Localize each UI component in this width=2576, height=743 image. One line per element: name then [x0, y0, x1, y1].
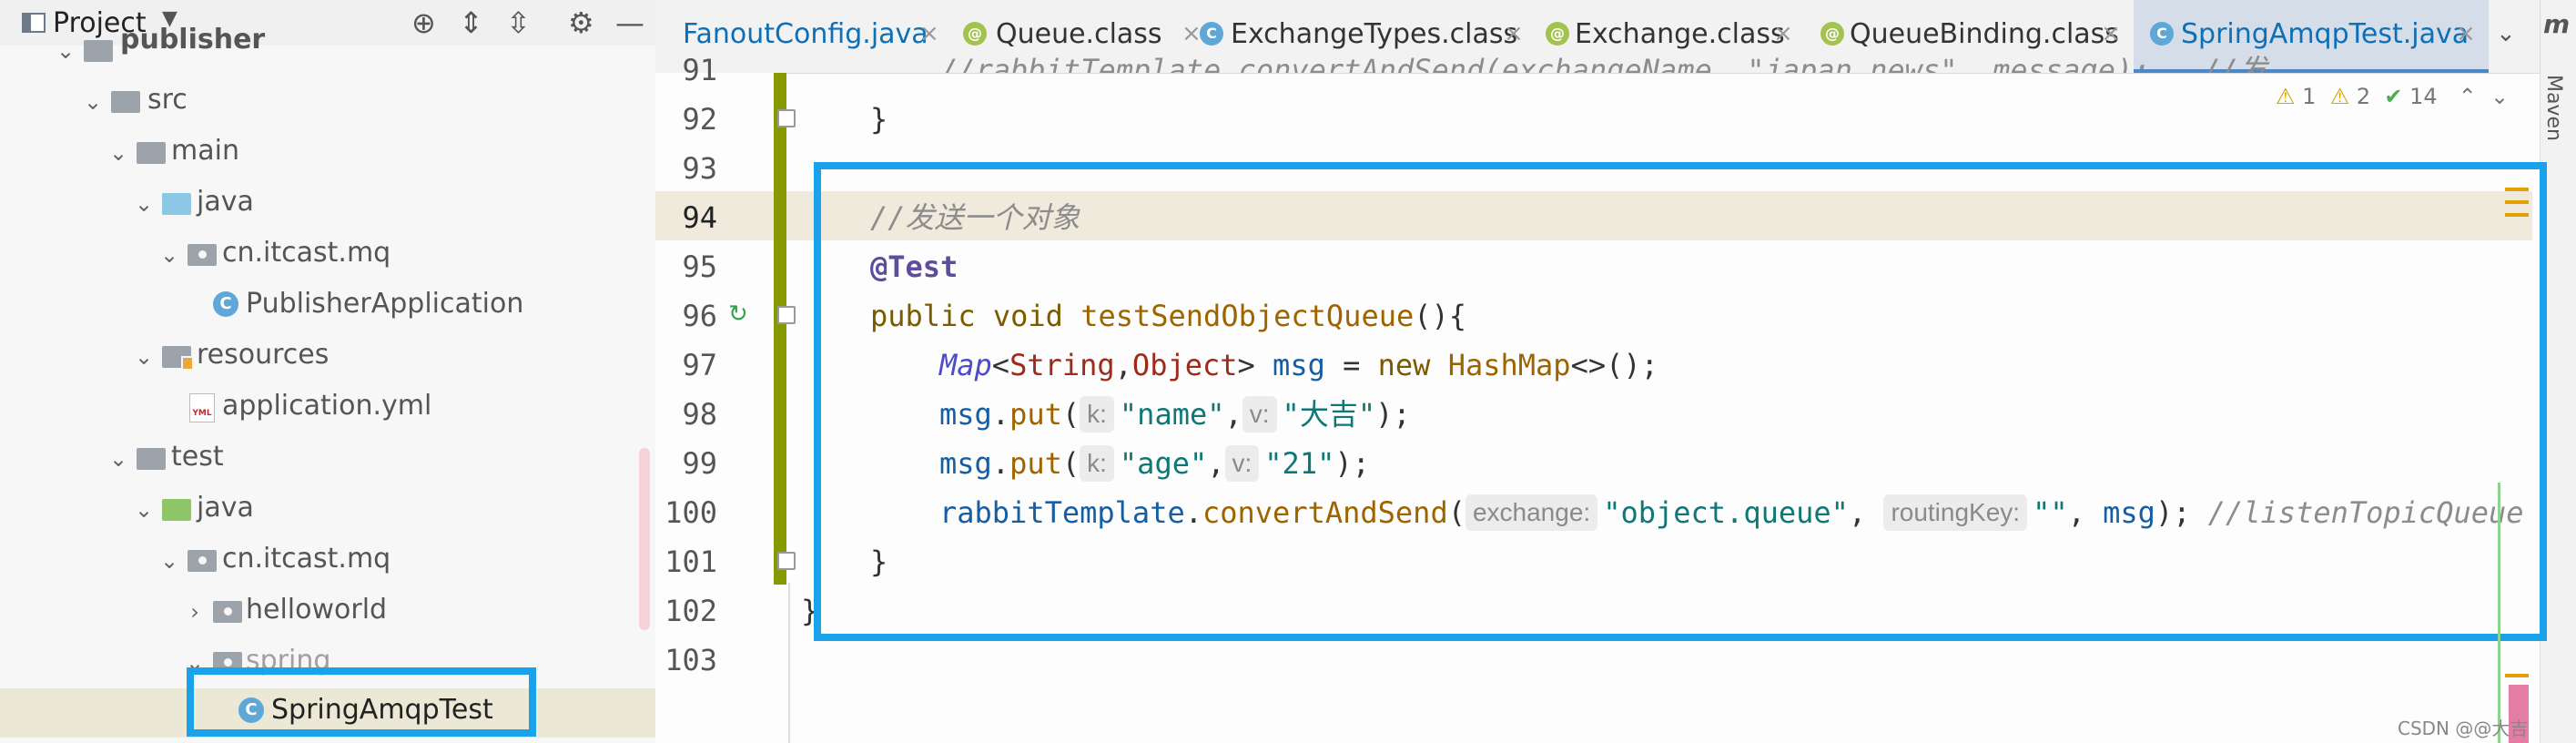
line-number: 98: [682, 397, 717, 432]
close-icon[interactable]: ×: [2456, 20, 2476, 47]
weak-warning-count: 2: [2356, 84, 2371, 109]
module-folder-icon: [84, 40, 113, 62]
chevron-down-icon[interactable]: ⌄: [109, 446, 127, 472]
tree-item-label: test: [171, 441, 224, 473]
close-icon[interactable]: ×: [919, 20, 939, 47]
inspection-widget[interactable]: ⚠ 1 ⚠ 2 ✔ 14 ⌃ ⌄: [2276, 84, 2509, 109]
project-scrollbar[interactable]: [639, 448, 650, 630]
tree-item-helloworld[interactable]: › helloworld: [0, 588, 655, 637]
package-icon: [188, 550, 217, 572]
folder-icon: [111, 91, 140, 113]
tree-item-label: helloworld: [246, 594, 388, 626]
warning-count: 1: [2302, 84, 2317, 109]
line-number: 100: [664, 495, 717, 530]
line-number: 102: [664, 594, 717, 628]
tree-item-package-test[interactable]: ⌄ cn.itcast.mq: [0, 537, 655, 586]
resources-folder-icon: [162, 346, 194, 371]
vcs-change-marker[interactable]: [774, 73, 786, 585]
tree-item-label: PublisherApplication: [246, 288, 524, 320]
fold-marker-icon[interactable]: [777, 109, 796, 127]
tree-item-label: application.yml: [222, 390, 432, 422]
line-number: 97: [682, 348, 717, 382]
highlight-box-file: [187, 667, 536, 737]
interface-icon: @: [963, 22, 987, 46]
folder-icon: [137, 448, 166, 470]
tree-item-test[interactable]: ⌄ test: [0, 435, 655, 484]
error-stripe-mark[interactable]: [2505, 674, 2529, 677]
interface-icon: @: [1546, 22, 1569, 46]
error-stripe-mark[interactable]: [2505, 213, 2529, 217]
project-panel: Project ▼ ⊕ ⇕ ⇳ ⚙ — ⌄ publisher ⌄ src ⌄ …: [0, 0, 655, 743]
maven-tool-window-button[interactable]: Maven: [2542, 75, 2565, 141]
chevron-down-icon[interactable]: ⌄: [84, 89, 102, 115]
tree-item-package-main[interactable]: ⌄ cn.itcast.mq: [0, 231, 655, 280]
interface-icon: @: [1820, 22, 1844, 46]
fold-marker-icon[interactable]: [777, 306, 796, 324]
tree-item-label: cn.itcast.mq: [222, 543, 391, 575]
right-margin-guide: [2498, 483, 2500, 743]
gutter-divider: [788, 583, 790, 743]
line-number: 103: [664, 643, 717, 677]
line-number: 99: [682, 446, 717, 481]
test-folder-icon: [162, 499, 191, 521]
close-icon[interactable]: ×: [1504, 20, 1524, 47]
ok-count: 14: [2409, 84, 2438, 109]
tree-item-label: main: [171, 135, 239, 167]
code-line-92: }: [870, 102, 888, 137]
chevron-down-icon[interactable]: ⌄: [109, 140, 127, 166]
chevron-down-icon[interactable]: ⌄: [160, 242, 178, 268]
tree-item-label: cn.itcast.mq: [222, 237, 391, 269]
source-folder-icon: [162, 193, 191, 215]
warning-icon: ⚠: [2276, 84, 2296, 109]
yml-file-icon: YML: [189, 393, 215, 422]
class-icon: C: [1200, 22, 1223, 46]
chevron-down-icon[interactable]: ⌄: [135, 191, 153, 217]
error-stripe-mark[interactable]: [2505, 188, 2529, 191]
tree-item-resources[interactable]: ⌄ resources: [0, 333, 655, 382]
tree-item-label: publisher: [120, 24, 266, 56]
line-number: 93: [682, 151, 717, 186]
run-test-icon[interactable]: ↻: [728, 300, 754, 328]
chevron-down-icon[interactable]: ⌄: [56, 38, 75, 64]
folder-icon: [137, 142, 166, 164]
line-number: 94: [682, 200, 717, 235]
tree-item-src[interactable]: ⌄ src: [0, 78, 655, 127]
chevron-down-icon[interactable]: ⌄: [2490, 84, 2509, 109]
line-number: 96: [682, 299, 717, 333]
close-icon[interactable]: ×: [2101, 20, 2121, 47]
line-number: 92: [682, 102, 717, 137]
error-stripe-mark[interactable]: [2505, 200, 2529, 204]
tree-item-publisher-application[interactable]: C PublisherApplication: [0, 282, 655, 331]
chevron-down-icon[interactable]: ⌄: [135, 497, 153, 523]
weak-warning-icon: ⚠: [2329, 84, 2350, 109]
chevron-right-icon[interactable]: ›: [186, 599, 204, 625]
tree-item-label: java: [197, 492, 254, 524]
tree-item-application-yml[interactable]: YML application.yml: [0, 384, 655, 433]
watermark: CSDN @@大吉: [2398, 718, 2529, 739]
highlight-box-code: [814, 162, 2547, 641]
chevron-down-icon[interactable]: ⌄: [135, 344, 153, 370]
tree-item-label: resources: [197, 339, 330, 371]
maven-icon[interactable]: m: [2543, 9, 2570, 39]
fold-marker-icon[interactable]: [777, 552, 796, 570]
check-icon: ✔: [2384, 84, 2403, 109]
tree-item-main[interactable]: ⌄ main: [0, 129, 655, 178]
package-icon: [213, 601, 242, 623]
chevron-down-icon[interactable]: ⌄: [160, 548, 178, 574]
tree-item-label: src: [147, 84, 188, 116]
line-number: 95: [682, 249, 717, 284]
close-icon[interactable]: ×: [1773, 20, 1793, 47]
line-number: 91: [682, 53, 717, 87]
code-line-91: //rabbitTemplate.convertAndSend(exchange…: [870, 53, 2303, 73]
tabs-dropdown-icon[interactable]: ⌄: [2496, 20, 2516, 47]
tree-item-java-main[interactable]: ⌄ java: [0, 180, 655, 229]
tree-item-label: java: [197, 186, 254, 218]
tree-item-publisher[interactable]: ⌄ publisher: [0, 24, 655, 76]
package-icon: [188, 244, 217, 266]
tree-item-java-test[interactable]: ⌄ java: [0, 486, 655, 535]
class-icon: C: [213, 291, 238, 317]
line-number: 101: [664, 545, 717, 579]
chevron-up-icon[interactable]: ⌃: [2459, 84, 2477, 109]
class-icon: C: [2150, 22, 2174, 46]
